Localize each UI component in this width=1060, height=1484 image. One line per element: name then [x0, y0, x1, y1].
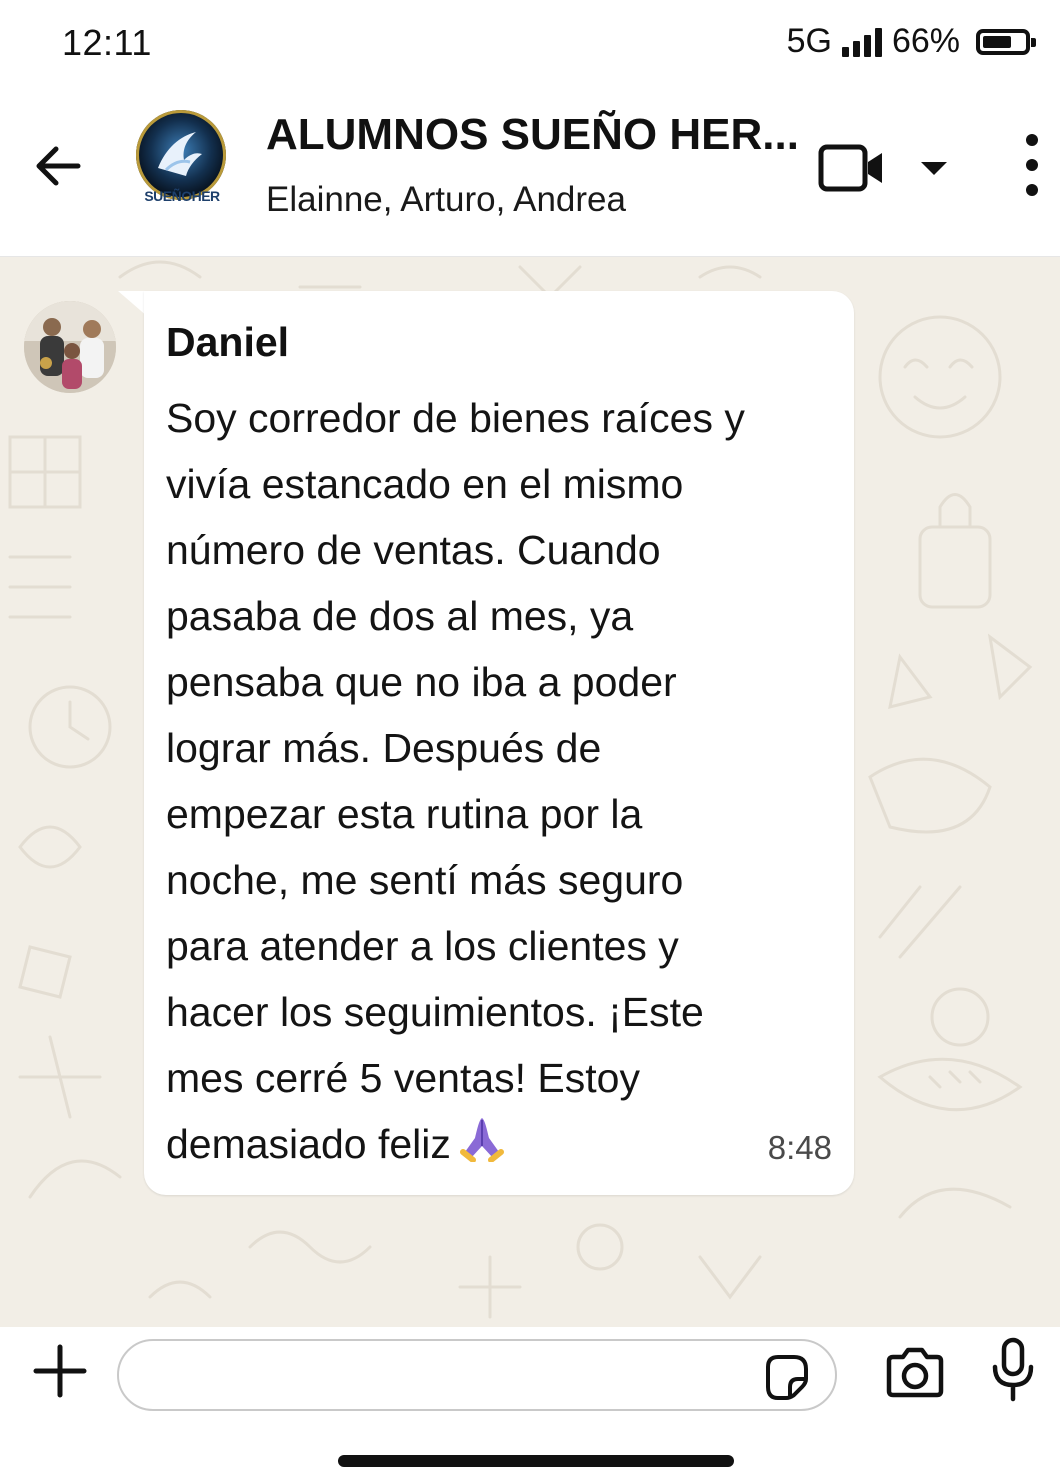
message-sender[interactable]: Daniel — [166, 319, 289, 366]
status-time: 12:11 — [62, 22, 152, 63]
battery-percent: 66% — [891, 22, 960, 60]
vertical-dots-icon[interactable] — [1014, 132, 1050, 200]
video-camera-icon[interactable] — [818, 142, 886, 194]
chat-area[interactable]: Daniel Soy corredor de bienes raíces y v… — [0, 257, 1060, 1327]
arrow-left-icon[interactable] — [30, 138, 86, 194]
camera-icon[interactable] — [884, 1345, 946, 1401]
family-photo-icon — [24, 301, 116, 393]
network-label: 5G — [786, 22, 832, 60]
group-title[interactable]: ALUMNOS SUEÑO HER... — [266, 110, 806, 160]
status-indicators: 5G 66% — [786, 22, 1036, 61]
chat-screen: 12:11 5G 66% SUEÑOHER ALUMNOS SUEÑO HER.… — [0, 0, 1060, 1484]
plus-icon[interactable] — [32, 1343, 88, 1399]
status-bar: 12:11 5G 66% — [0, 0, 1060, 92]
microphone-icon[interactable] — [990, 1337, 1036, 1403]
message-text: Soy corredor de bienes raíces y vivía es… — [166, 385, 842, 1177]
caret-down-icon[interactable] — [918, 158, 950, 178]
group-avatar-caption: SUEÑOHER — [144, 188, 220, 204]
sender-avatar[interactable] — [24, 301, 116, 393]
message-bubble[interactable]: Daniel Soy corredor de bienes raíces y v… — [144, 291, 854, 1195]
signal-icon — [841, 27, 882, 57]
input-bar — [0, 1327, 1060, 1484]
home-indicator[interactable] — [338, 1455, 734, 1467]
message-time: 8:48 — [767, 1129, 832, 1166]
chat-header: SUEÑOHER ALUMNOS SUEÑO HER... Elainne, A… — [0, 92, 1060, 257]
battery-icon — [976, 28, 1036, 55]
folded-hands-emoji — [459, 1118, 504, 1162]
message-body: Soy corredor de bienes raíces y vivía es… — [166, 395, 745, 1167]
sticker-icon[interactable] — [762, 1353, 810, 1401]
message-input[interactable] — [117, 1339, 837, 1411]
group-members[interactable]: Elainne, Arturo, Andrea — [266, 180, 626, 220]
